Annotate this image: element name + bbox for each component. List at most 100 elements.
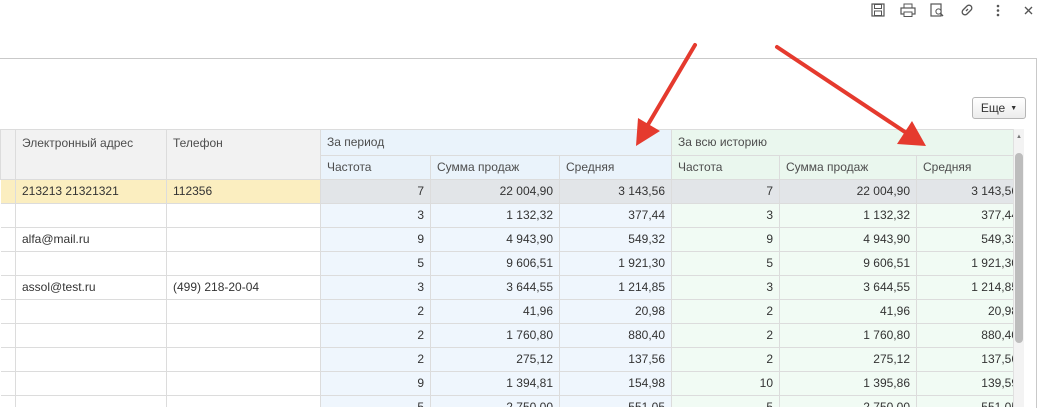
cell-period-sales-sum[interactable]: 275,12 — [430, 347, 560, 372]
table-row[interactable]: 91 394,81 154,98 10 1 395,86 139,59 — [0, 371, 1024, 396]
cell-history-frequency[interactable]: 5 — [671, 251, 780, 276]
cell-period-average[interactable]: 377,44 — [559, 203, 672, 228]
cell-period-average[interactable]: 154,98 — [559, 371, 672, 396]
cell-history-sales-sum[interactable]: 3 644,55 — [779, 275, 917, 300]
cell-history-average[interactable]: 20,98 — [916, 299, 1024, 324]
cell-email[interactable] — [15, 371, 167, 396]
cell-period-average[interactable]: 1 214,85 — [559, 275, 672, 300]
cell-email[interactable] — [15, 251, 167, 276]
cell-email[interactable]: assol@test.ru — [15, 275, 167, 300]
cell-email[interactable] — [15, 347, 167, 372]
cell-prev[interactable] — [0, 179, 16, 204]
cell-history-average[interactable]: 549,32 — [916, 227, 1024, 252]
cell-history-frequency[interactable]: 2 — [671, 299, 780, 324]
cell-period-frequency[interactable]: 5 — [320, 251, 431, 276]
column-header-email[interactable]: Электронный адрес — [15, 129, 167, 180]
cell-phone[interactable] — [166, 395, 321, 407]
cell-phone[interactable]: 112356 — [166, 179, 321, 204]
cell-period-sales-sum[interactable]: 41,96 — [430, 299, 560, 324]
cell-history-sales-sum[interactable]: 4 943,90 — [779, 227, 917, 252]
cell-history-frequency[interactable]: 7 — [671, 179, 780, 204]
table-row[interactable]: alfa@mail.ru 9 4 943,90 549,32 9 4 943,90 549,… — [0, 227, 1024, 252]
cell-history-frequency[interactable]: 2 — [671, 347, 780, 372]
cell-history-sales-sum[interactable]: 41,96 — [779, 299, 917, 324]
scroll-up-icon[interactable]: ▲ — [1016, 134, 1022, 140]
cell-prev[interactable] — [0, 251, 16, 276]
cell-period-average[interactable]: 20,98 — [559, 299, 672, 324]
cell-phone[interactable] — [166, 203, 321, 228]
cell-phone[interactable] — [166, 347, 321, 372]
cell-history-average[interactable]: 137,56 — [916, 347, 1024, 372]
cell-phone[interactable] — [166, 227, 321, 252]
cell-period-average[interactable]: 1 921,30 — [559, 251, 672, 276]
cell-history-frequency[interactable]: 3 — [671, 275, 780, 300]
table-row[interactable]: 59 606,51 1 921,30 5 9 606,51 1 921,30 — [0, 251, 1024, 276]
cell-period-sales-sum[interactable]: 1 132,32 — [430, 203, 560, 228]
cell-prev[interactable] — [0, 299, 16, 324]
cell-period-frequency[interactable]: 9 — [320, 227, 431, 252]
column-header-phone[interactable]: Телефон — [166, 129, 321, 180]
cell-period-sales-sum[interactable]: 4 943,90 — [430, 227, 560, 252]
cell-period-average[interactable]: 551,05 — [559, 395, 672, 407]
cell-email[interactable]: alfa@mail.ru — [15, 227, 167, 252]
link-icon[interactable] — [957, 1, 977, 19]
column-group-history[interactable]: За всю историю — [671, 129, 1024, 156]
cell-history-sales-sum[interactable]: 275,12 — [779, 347, 917, 372]
cell-period-average[interactable]: 549,32 — [559, 227, 672, 252]
column-header-prev[interactable] — [0, 129, 16, 180]
preview-icon[interactable] — [927, 1, 947, 19]
cell-history-sales-sum[interactable]: 1 132,32 — [779, 203, 917, 228]
cell-history-sales-sum[interactable]: 1 395,86 — [779, 371, 917, 396]
cell-prev[interactable] — [0, 227, 16, 252]
cell-email[interactable] — [15, 323, 167, 348]
cell-period-sales-sum[interactable]: 9 606,51 — [430, 251, 560, 276]
cell-history-frequency[interactable]: 3 — [671, 203, 780, 228]
table-row[interactable]: 21 760,80 880,40 2 1 760,80 880,40 — [0, 323, 1024, 348]
cell-prev[interactable] — [0, 203, 16, 228]
column-header-period-frequency[interactable]: Частота — [320, 155, 431, 180]
cell-history-average[interactable]: 139,59 — [916, 371, 1024, 396]
cell-period-frequency[interactable]: 7 — [320, 179, 431, 204]
column-header-period-average[interactable]: Средняя — [559, 155, 672, 180]
cell-history-frequency[interactable]: 10 — [671, 371, 780, 396]
table-row[interactable]: 31 132,32 377,44 3 1 132,32 377,44 — [0, 203, 1024, 228]
cell-email[interactable] — [15, 395, 167, 407]
more-button[interactable]: Еще ▼ — [972, 97, 1026, 119]
cell-period-frequency[interactable]: 9 — [320, 371, 431, 396]
cell-history-sales-sum[interactable]: 22 004,90 — [779, 179, 917, 204]
cell-history-average[interactable]: 1 921,30 — [916, 251, 1024, 276]
cell-history-frequency[interactable]: 5 — [671, 395, 780, 407]
close-icon[interactable] — [1018, 1, 1038, 19]
save-icon[interactable] — [868, 1, 888, 19]
cell-period-frequency[interactable]: 3 — [320, 275, 431, 300]
vertical-scrollbar[interactable]: ▲ — [1013, 129, 1024, 407]
cell-history-frequency[interactable]: 2 — [671, 323, 780, 348]
cell-prev[interactable] — [0, 323, 16, 348]
table-row[interactable]: 2 41,96 20,98 2 41,96 20,98 — [0, 299, 1024, 324]
cell-prev[interactable] — [0, 371, 16, 396]
table-row[interactable]: 213213 21321321 112356 7 22 004,90 3 143,56 7… — [0, 179, 1024, 204]
cell-period-sales-sum[interactable]: 3 644,55 — [430, 275, 560, 300]
cell-phone[interactable] — [166, 299, 321, 324]
cell-prev[interactable] — [0, 395, 16, 407]
more-vertical-icon[interactable] — [988, 1, 1008, 19]
column-header-history-average[interactable]: Средняя — [916, 155, 1024, 180]
column-header-history-frequency[interactable]: Частота — [671, 155, 780, 180]
cell-period-frequency[interactable]: 2 — [320, 323, 431, 348]
cell-prev[interactable] — [0, 347, 16, 372]
cell-period-sales-sum[interactable]: 22 004,90 — [430, 179, 560, 204]
cell-period-sales-sum[interactable]: 2 750,00 — [430, 395, 560, 407]
cell-email[interactable]: 213213 21321321 — [15, 179, 167, 204]
cell-prev[interactable] — [0, 275, 16, 300]
print-icon[interactable] — [898, 1, 918, 19]
cell-phone[interactable] — [166, 371, 321, 396]
cell-email[interactable] — [15, 203, 167, 228]
cell-history-average[interactable]: 377,44 — [916, 203, 1024, 228]
cell-history-sales-sum[interactable]: 9 606,51 — [779, 251, 917, 276]
cell-period-frequency[interactable]: 5 — [320, 395, 431, 407]
cell-email[interactable] — [15, 299, 167, 324]
cell-phone[interactable] — [166, 323, 321, 348]
cell-history-average[interactable]: 3 143,56 — [916, 179, 1024, 204]
cell-history-frequency[interactable]: 9 — [671, 227, 780, 252]
cell-phone[interactable]: (499) 218-20-04 — [166, 275, 321, 300]
